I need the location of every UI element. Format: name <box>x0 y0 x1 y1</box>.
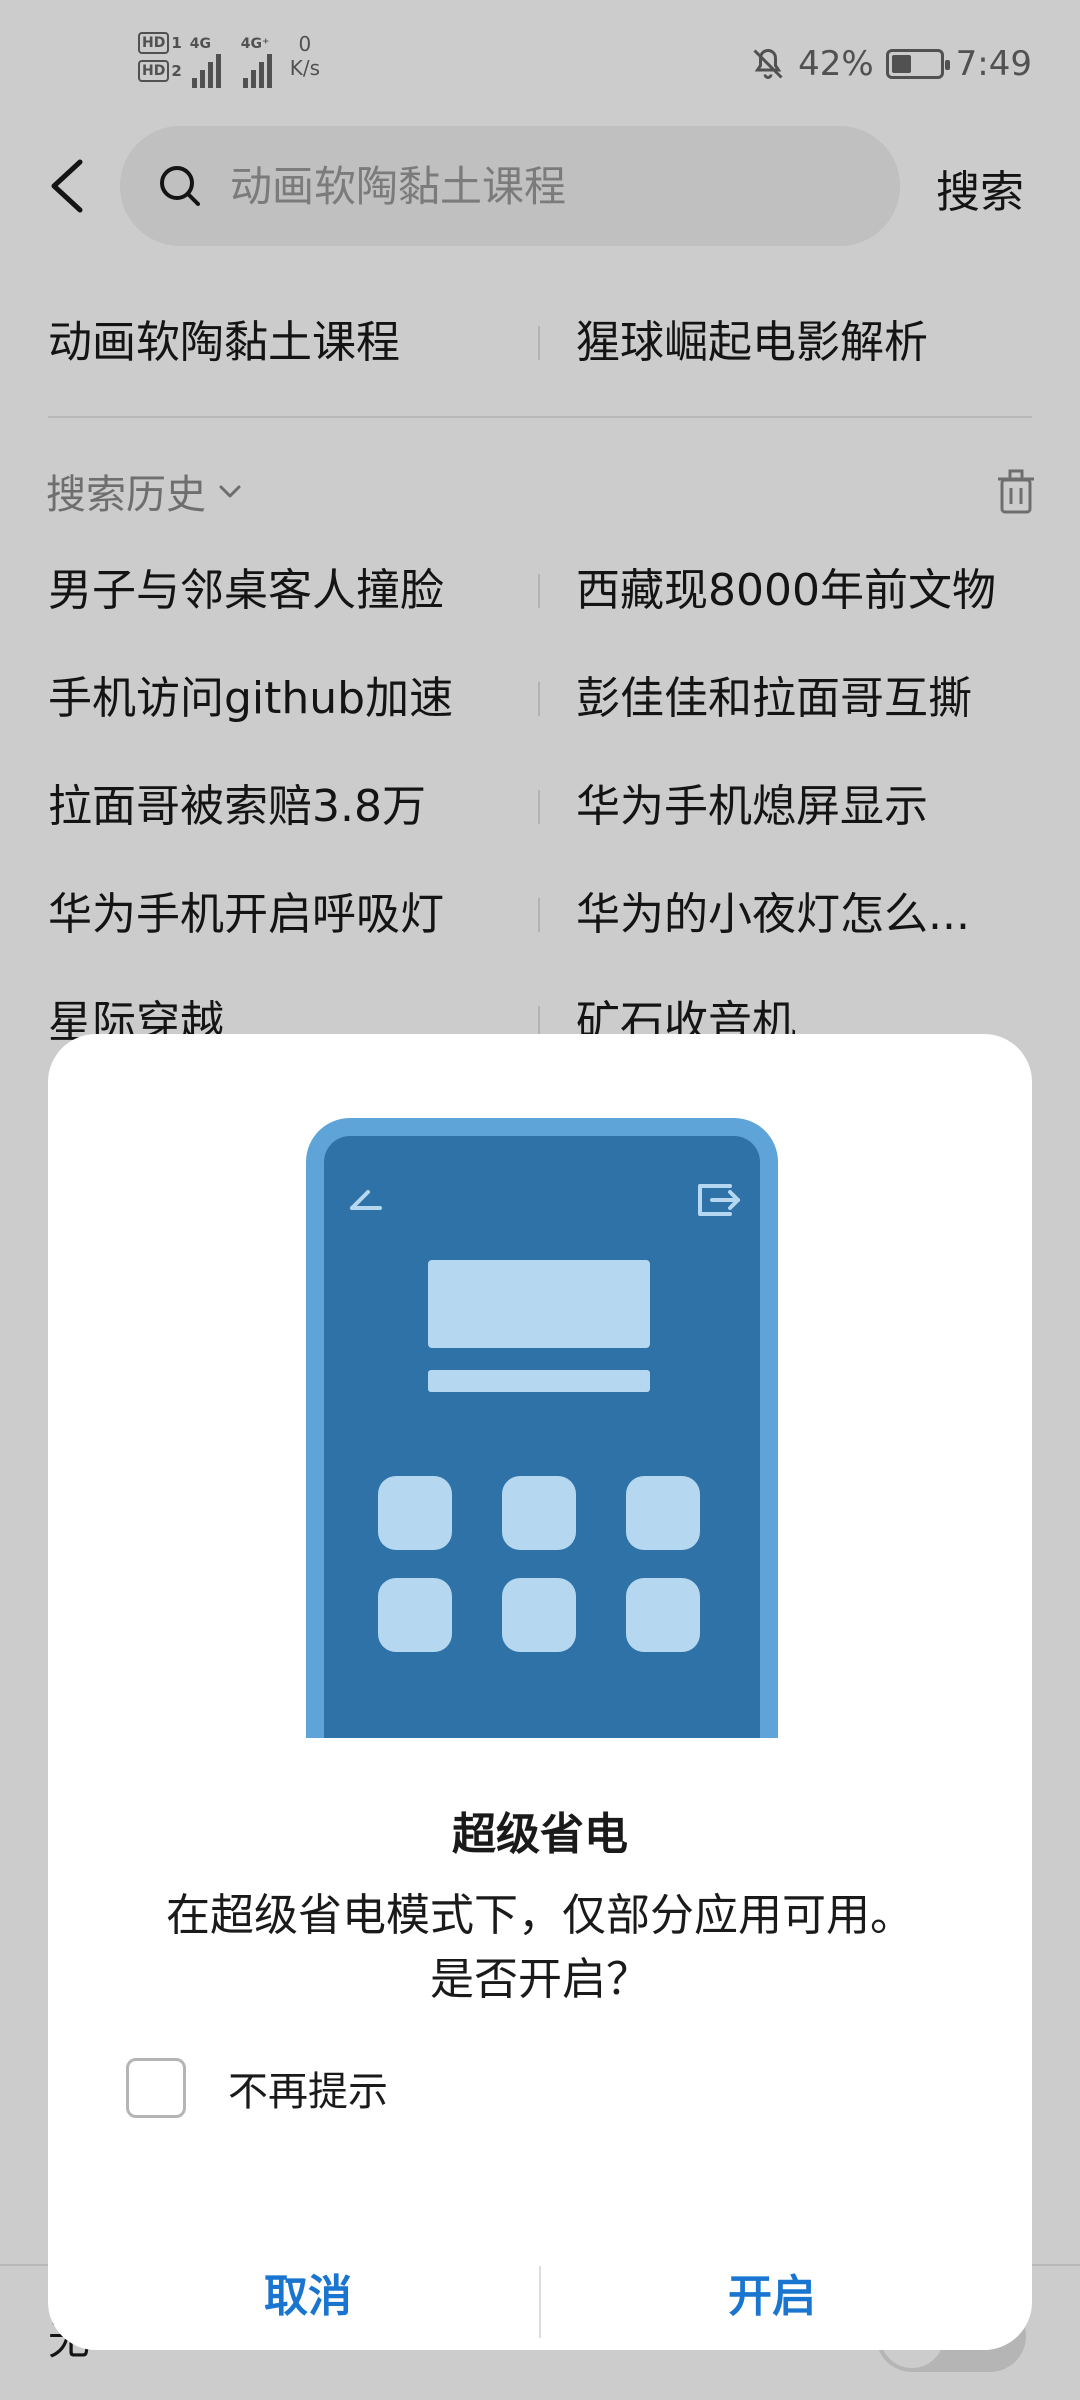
enable-button[interactable]: 开启 <box>542 2234 1002 2350</box>
dialog-title: 超级省电 <box>452 1809 628 1860</box>
button-divider <box>539 2266 541 2338</box>
power-saving-dialog: 超级省电 在超级省电模式下，仅部分应用可用。 是否开启？ 不再提示 取消 开启 <box>48 1034 1032 2350</box>
dialog-message-line: 在超级省电模式下，仅部分应用可用。 <box>166 1890 914 1941</box>
dont-ask-again-option[interactable]: 不再提示 <box>126 2058 388 2118</box>
dont-ask-again-checkbox[interactable] <box>126 2058 186 2118</box>
dialog-actions: 取消 开启 <box>48 2234 1032 2350</box>
dialog-message-line: 是否开启？ <box>430 1954 650 2005</box>
phone-illustration <box>306 1118 778 1738</box>
dont-ask-again-label: 不再提示 <box>228 2069 388 2115</box>
dialog-message: 在超级省电模式下，仅部分应用可用。 是否开启？ <box>108 1884 972 2012</box>
cancel-button[interactable]: 取消 <box>78 2234 538 2350</box>
